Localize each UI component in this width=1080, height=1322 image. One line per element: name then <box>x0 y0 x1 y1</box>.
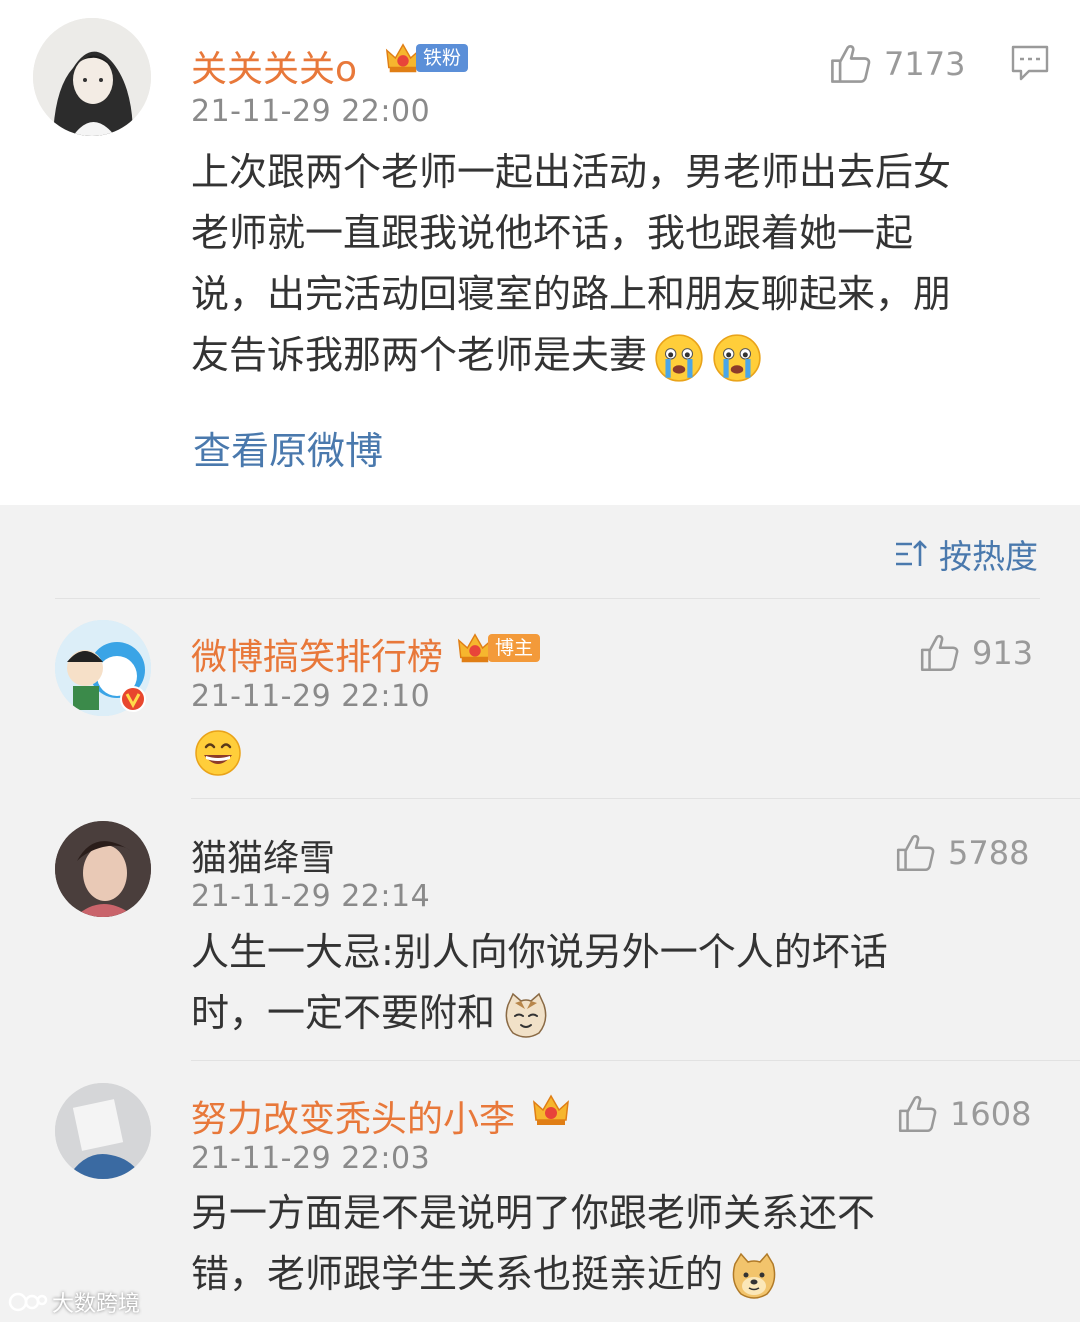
post-body: 上次跟两个老师一起出活动，男老师出去后女 老师就一直跟我说他坏话，我也跟着她一起… <box>191 142 1051 386</box>
divider <box>191 798 1080 799</box>
comment-icon[interactable] <box>1010 43 1050 83</box>
divider <box>191 1060 1080 1061</box>
comment-body: 人生一大忌:别人向你说另外一个人的坏话 时，一定不要附和 <box>191 922 1051 1044</box>
fan-badge-label: 铁粉 <box>416 44 469 72</box>
comment-like-count: 1608 <box>950 1095 1032 1133</box>
crown-icon <box>531 1090 571 1130</box>
divider <box>55 598 1040 599</box>
comment-body-line-last: 错，老师跟学生关系也挺亲近的 <box>191 1244 1051 1305</box>
post-username[interactable]: 关关关关o <box>191 40 357 92</box>
cat-emoji-icon <box>501 991 551 1041</box>
post-body-line: 老师就一直跟我说他坏话，我也跟着她一起 <box>191 211 914 255</box>
comment-body-line: 人生一大忌:别人向你说另外一个人的坏话 <box>191 930 888 974</box>
comment-body-line: 时，一定不要附和 <box>191 991 496 1035</box>
comment-avatar[interactable] <box>55 821 151 917</box>
comment-body-line: 另一方面是不是说明了你跟老师关系还不 <box>191 1191 876 1235</box>
comment-body-line: 错，老师跟学生关系也挺亲近的 <box>191 1252 724 1296</box>
crying-emoji-icon <box>711 332 763 384</box>
thumbs-up-icon <box>896 1093 938 1135</box>
comment-like-count: 913 <box>972 634 1034 672</box>
comment-like-button[interactable]: 1608 <box>896 1093 1031 1135</box>
post-body-line-last: 友告诉我那两个老师是夫妻 <box>191 325 1051 386</box>
blogger-badge: 博主 <box>456 630 541 666</box>
thumbs-up-icon <box>828 42 872 86</box>
post-body-line: 说，出完活动回寝室的路上和朋友聊起来，朋 <box>191 272 952 316</box>
comment-like-button[interactable]: 5788 <box>894 832 1029 874</box>
watermark-text: 大数跨境 <box>52 1292 141 1317</box>
sort-by-heat-button[interactable]: 按热度 <box>893 530 1038 578</box>
post-fan-badge: 铁粉 <box>384 40 469 76</box>
thumbs-up-icon <box>894 832 936 874</box>
crying-emoji-icon <box>653 332 705 384</box>
comment-like-count: 5788 <box>948 834 1030 872</box>
comment-timestamp: 21-11-29 22:03 <box>191 1141 431 1176</box>
view-original-link[interactable]: 查看原微博 <box>193 420 383 475</box>
sort-icon <box>896 540 927 566</box>
post-avatar[interactable] <box>33 18 151 136</box>
comment-like-button[interactable]: 913 <box>918 632 1033 674</box>
watermark-logo-icon <box>8 1292 48 1312</box>
post-body-line: 上次跟两个老师一起出活动，男老师出去后女 <box>191 150 952 194</box>
post-like-button[interactable]: 7173 <box>828 42 965 86</box>
comment-username[interactable]: 猫猫绛雪 <box>191 829 335 881</box>
post-timestamp: 21-11-29 22:00 <box>191 94 431 129</box>
comment-avatar[interactable] <box>55 1083 151 1179</box>
thumbs-up-icon <box>918 632 960 674</box>
comment-body-line-last: 时，一定不要附和 <box>191 983 1051 1044</box>
comment-username[interactable]: 努力改变秃头的小李 <box>191 1090 515 1142</box>
post-like-count: 7173 <box>884 45 966 83</box>
verified-icon <box>120 686 146 712</box>
sort-label: 按热度 <box>939 537 1038 576</box>
comment-body: 另一方面是不是说明了你跟老师关系还不 错，老师跟学生关系也挺亲近的 <box>191 1183 1051 1305</box>
watermark: 大数跨境 <box>8 1286 140 1318</box>
main-post: 关关关关o 铁粉 21-11-29 22:00 7173 上次跟两个老师一起出活… <box>0 0 1080 505</box>
comment-timestamp: 21-11-29 22:14 <box>191 879 431 914</box>
doge-emoji-icon <box>729 1252 779 1302</box>
grin-emoji-icon <box>193 728 243 778</box>
blogger-badge-label: 博主 <box>488 634 541 662</box>
comment-timestamp: 21-11-29 22:10 <box>191 679 431 714</box>
post-body-line: 友告诉我那两个老师是夫妻 <box>191 333 648 377</box>
comment-username[interactable]: 微博搞笑排行榜 <box>191 628 443 680</box>
